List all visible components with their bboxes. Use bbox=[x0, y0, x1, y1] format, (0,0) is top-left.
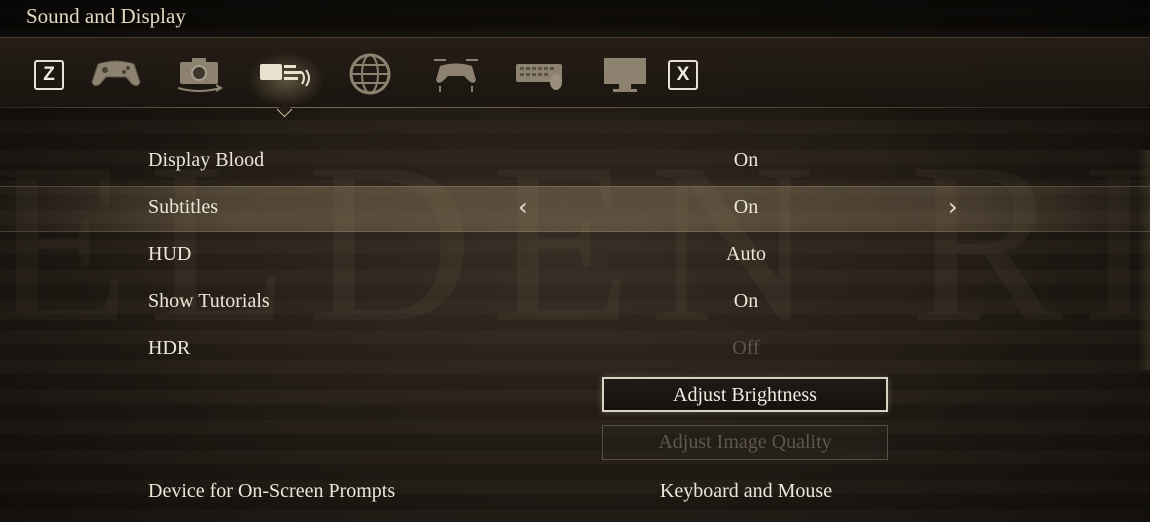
chevron-left-icon[interactable]: ‹ bbox=[518, 195, 528, 219]
setting-value: Auto bbox=[726, 243, 766, 265]
edge-decoration bbox=[1138, 150, 1150, 370]
globe-icon[interactable] bbox=[346, 52, 394, 96]
setting-label: Display Blood bbox=[148, 149, 265, 171]
gamepad-icon[interactable] bbox=[88, 52, 144, 92]
title-bar: Sound and Display bbox=[0, 0, 1150, 36]
setting-value: Keyboard and Mouse bbox=[659, 480, 833, 502]
chevron-right-icon[interactable]: › bbox=[948, 195, 958, 219]
setting-label: HDR bbox=[148, 337, 191, 359]
camera-icon[interactable] bbox=[172, 52, 228, 94]
tab-bar-divider bbox=[0, 107, 1150, 108]
prev-tab-key-z[interactable]: Z bbox=[34, 60, 64, 90]
setting-value: On bbox=[733, 196, 759, 218]
adjust-brightness-button[interactable]: Adjust Brightness bbox=[602, 377, 888, 412]
setting-value: On bbox=[733, 290, 759, 312]
adjust-image-quality-button[interactable]: Adjust Image Quality bbox=[602, 425, 888, 460]
setting-value-disabled: Off bbox=[732, 337, 760, 359]
monitor-icon[interactable] bbox=[600, 52, 650, 94]
next-tab-key-x[interactable]: X bbox=[668, 60, 698, 90]
setting-label: Device for On-Screen Prompts bbox=[148, 480, 396, 502]
setting-label: Subtitles bbox=[148, 196, 219, 218]
setting-label: Show Tutorials bbox=[148, 290, 270, 312]
sound-display-icon[interactable] bbox=[256, 52, 316, 94]
setting-value: On bbox=[733, 149, 759, 171]
keyboard-mouse-icon[interactable] bbox=[512, 52, 570, 92]
page-title: Sound and Display bbox=[26, 4, 186, 28]
setting-label: HUD bbox=[148, 243, 192, 265]
controller-settings-icon[interactable] bbox=[428, 52, 484, 94]
